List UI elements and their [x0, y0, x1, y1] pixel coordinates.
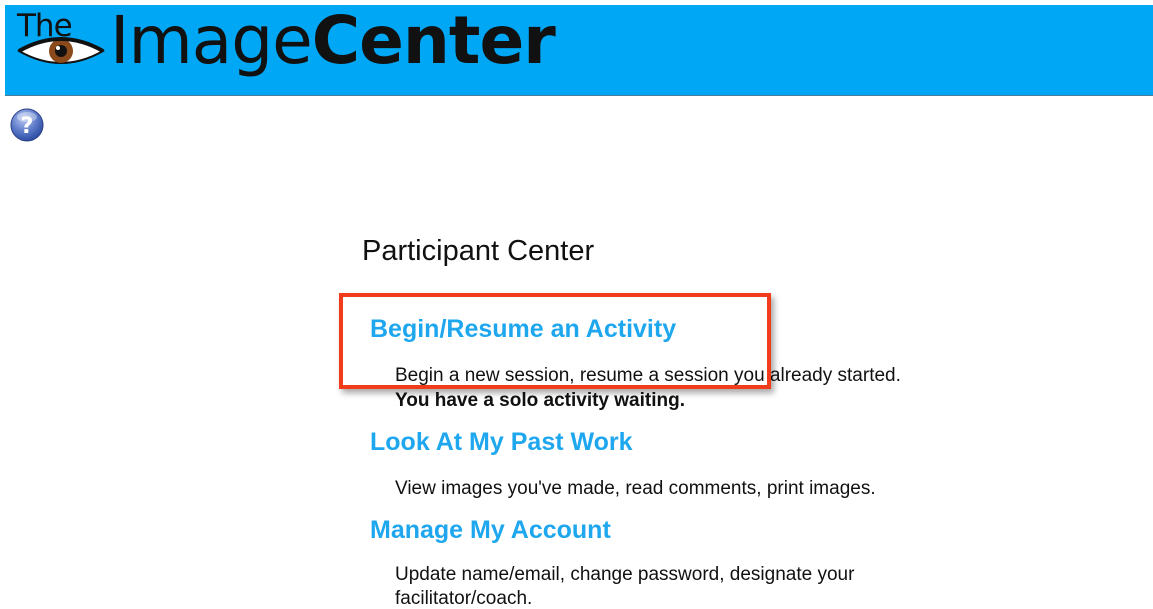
manage-account-description-line1: Update name/email, change password, desi…: [395, 564, 855, 585]
app-header: The ImageCenter: [5, 5, 1153, 96]
manage-account-description-line2: facilitator/coach.: [395, 588, 533, 609]
logo-wordmark: ImageCenter: [110, 5, 556, 79]
past-work-description: View images you've made, read comments, …: [395, 478, 876, 499]
logo-image-text: Image: [110, 5, 313, 79]
logo-center-text: Center: [311, 5, 556, 79]
begin-resume-description: Begin a new session, resume a session yo…: [395, 365, 901, 386]
participant-center: Participant Center: [362, 232, 1122, 270]
look-at-past-work-link[interactable]: Look At My Past Work: [370, 426, 633, 458]
begin-resume-activity-link[interactable]: Begin/Resume an Activity: [370, 313, 676, 345]
solo-activity-note: You have a solo activity waiting.: [395, 390, 686, 411]
manage-account-link[interactable]: Manage My Account: [370, 514, 611, 546]
page-title: Participant Center: [362, 235, 595, 267]
svg-text:?: ?: [21, 114, 34, 139]
eye-icon: [17, 37, 105, 64]
help-question-icon[interactable]: ?: [9, 107, 45, 143]
